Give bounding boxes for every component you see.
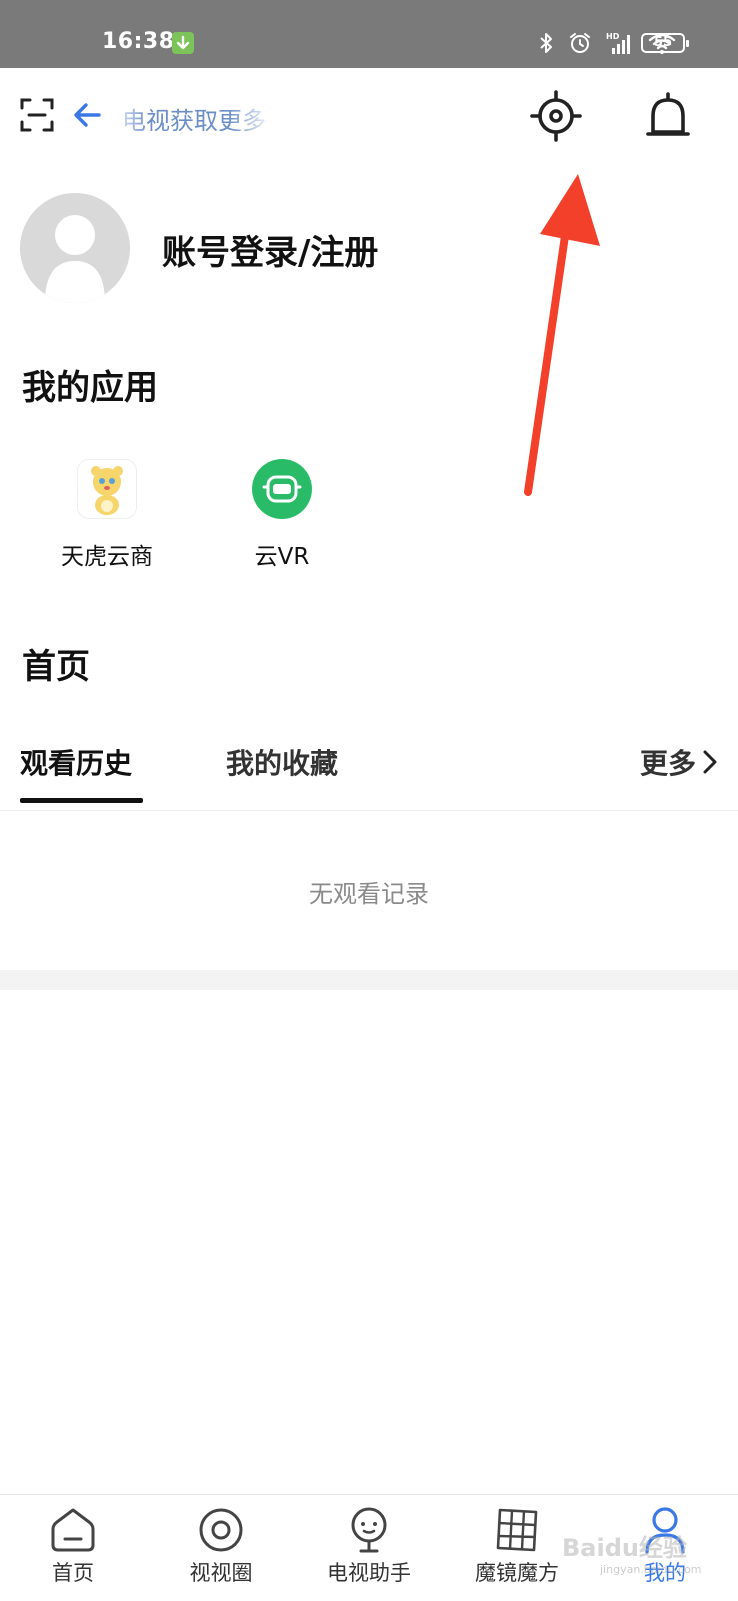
nav-label: 首页: [52, 1561, 94, 1585]
home-section-title: 首页: [22, 647, 90, 687]
app-cloud-vr[interactable]: 云VR: [222, 459, 342, 571]
tab-my-favorites[interactable]: 我的收藏: [226, 742, 338, 782]
marquee-notice[interactable]: 电视获取更多: [122, 101, 274, 131]
more-label: 更多: [639, 747, 696, 780]
status-bar: 16:38 HD 55: [0, 0, 738, 68]
circle-icon: [199, 1508, 243, 1552]
empty-history-text: 无观看记录: [309, 880, 429, 908]
settings-icon[interactable]: [530, 90, 582, 142]
back-arrow-icon[interactable]: [72, 100, 102, 130]
watermark-url: jingyan.baidu.com: [600, 1563, 702, 1576]
assistant-icon: [351, 1507, 387, 1553]
default-avatar-icon: [45, 215, 105, 303]
app-label: 天虎云商: [61, 544, 153, 570]
vr-headset-app-icon: [252, 459, 312, 519]
annotation-arrow: [524, 174, 600, 496]
bluetooth-icon: [540, 33, 552, 53]
nav-shishiquan[interactable]: 视视圈: [156, 1505, 286, 1587]
avatar[interactable]: [20, 193, 130, 303]
scan-icon[interactable]: [20, 98, 54, 132]
more-button[interactable]: 更多: [640, 742, 718, 782]
app-tianhu-yunshang[interactable]: 天虎云商: [47, 459, 167, 571]
battery-icon: 55: [641, 33, 689, 53]
svg-text:HD: HD: [606, 32, 620, 41]
nav-tv-assistant[interactable]: 电视助手: [304, 1505, 434, 1587]
download-notification-icon: [172, 32, 194, 54]
active-tab-indicator: [20, 798, 143, 803]
signal-hd-icon: HD: [606, 32, 630, 54]
bell-icon[interactable]: [644, 90, 692, 142]
alarm-icon: [570, 33, 590, 53]
top-bar: 电视获取更多: [0, 68, 738, 168]
home-icon: [51, 1508, 95, 1552]
status-time: 16:38: [102, 29, 175, 54]
my-apps-title: 我的应用: [22, 368, 158, 408]
section-divider: [0, 970, 738, 990]
app-label: 云VR: [254, 544, 310, 570]
watermark-logo: Baidu经验: [562, 1534, 687, 1562]
nav-home[interactable]: 首页: [8, 1505, 138, 1587]
battery-level: 55: [653, 35, 673, 50]
chevron-right-icon: [703, 750, 717, 774]
nav-label: 电视助手: [327, 1561, 411, 1585]
login-register-link[interactable]: 账号登录/注册: [162, 225, 378, 274]
tab-watch-history[interactable]: 观看历史: [20, 742, 132, 782]
tianhu-cat-app-icon: [77, 459, 137, 519]
marquee-text: 电视获取更多: [122, 107, 266, 131]
nav-label: 视视圈: [189, 1561, 253, 1585]
history-tabs: 观看历史 我的收藏 更多: [0, 728, 738, 811]
grid-icon: [496, 1508, 538, 1552]
